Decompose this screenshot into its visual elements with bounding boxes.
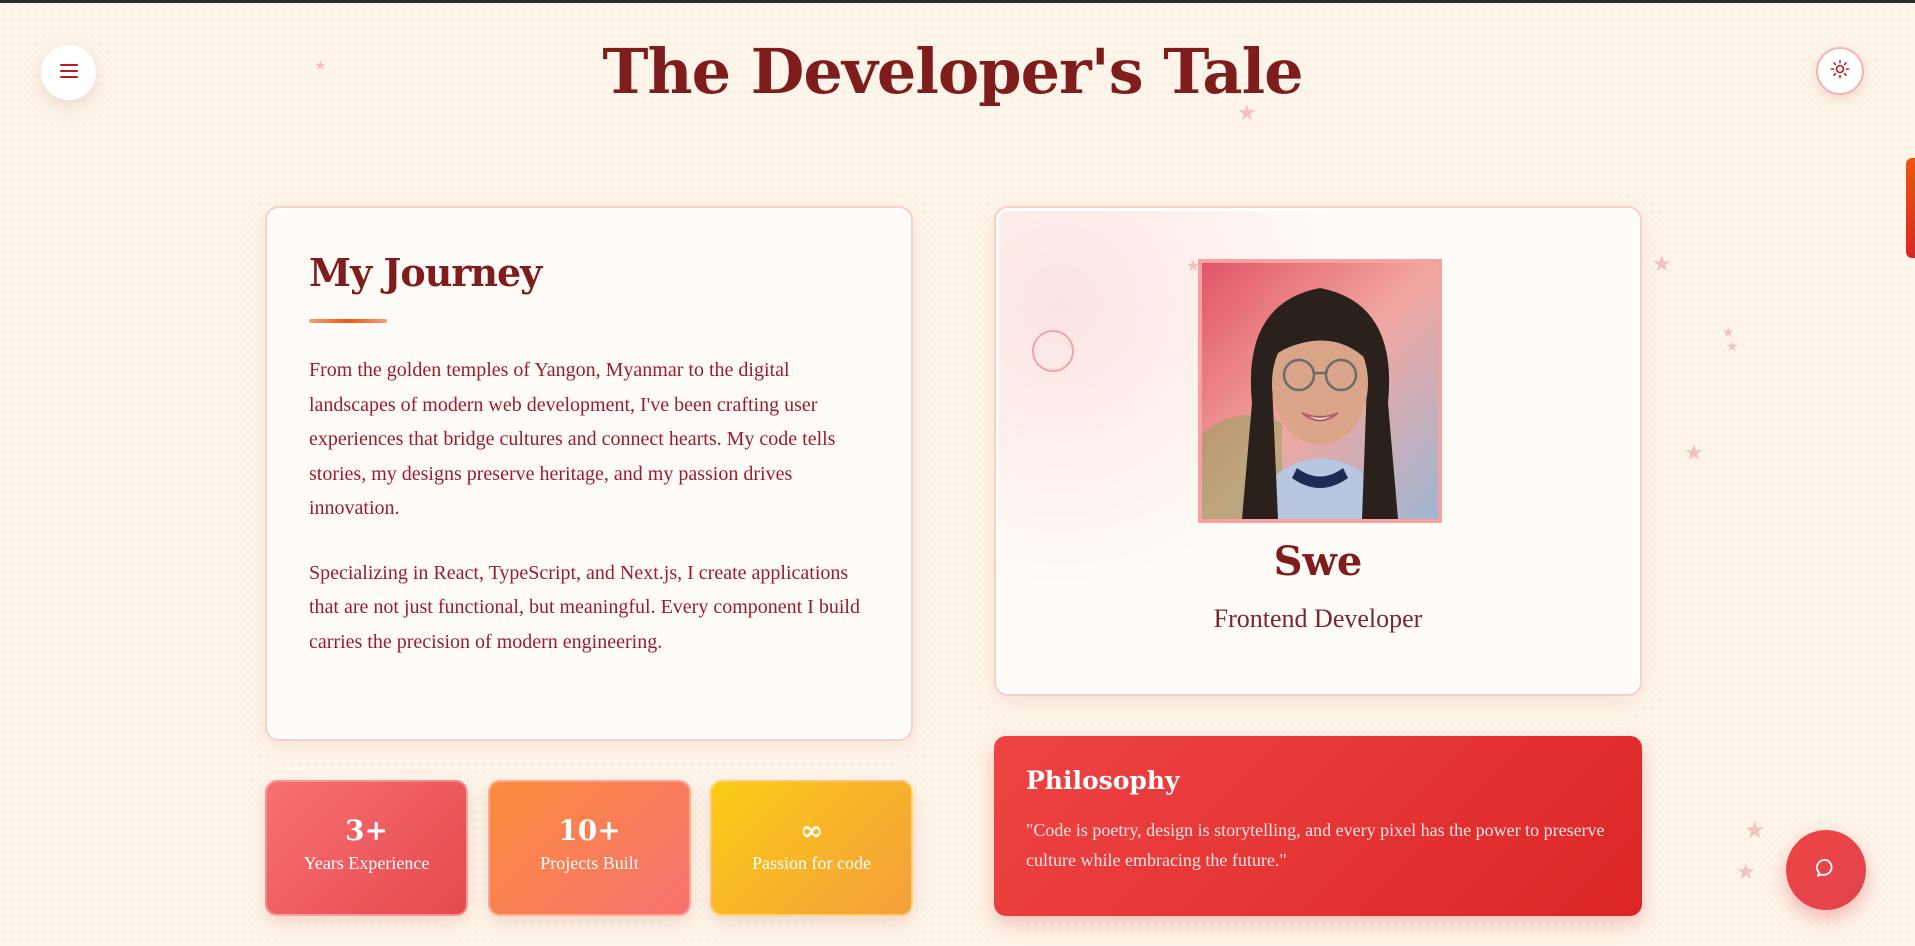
stat-label: Projects Built — [540, 853, 639, 873]
profile-role: Frontend Developer — [1213, 604, 1423, 633]
heading-divider — [309, 319, 387, 323]
decorative-star-icon: ★ — [1744, 816, 1766, 844]
stat-value: ∞ — [799, 814, 824, 847]
profile-card: ★ Swe Frontend Developer — [994, 206, 1642, 696]
decorative-star-icon: ★ — [1652, 252, 1672, 277]
journey-paragraph: Specializing in React, TypeScript, and N… — [309, 561, 860, 653]
chat-button[interactable] — [1786, 830, 1866, 910]
stat-label: Passion for code — [752, 853, 871, 873]
profile-name: Swe — [1273, 538, 1363, 585]
journey-heading: My Journey — [309, 250, 542, 295]
stat-card-experience: 3+ Years Experience — [265, 780, 468, 916]
decorative-circle — [1032, 330, 1074, 372]
philosophy-quote: "Code is poetry, design is storytelling,… — [1026, 820, 1605, 870]
journey-paragraph: From the golden temples of Yangon, Myanm… — [309, 359, 836, 519]
decorative-star-icon: ★ — [1684, 441, 1704, 466]
side-scroll-tab[interactable] — [1906, 158, 1915, 258]
theme-toggle-button[interactable] — [1816, 47, 1864, 95]
philosophy-card: Philosophy "Code is poetry, design is st… — [994, 736, 1642, 916]
decorative-star-icon: ★ — [1736, 860, 1756, 885]
decorative-star-icon: ★ — [1726, 339, 1739, 355]
page-title: The Developer's Tale — [602, 35, 1303, 108]
chat-bubble-icon — [1815, 857, 1837, 883]
stat-value: 3+ — [345, 814, 388, 847]
sun-icon — [1830, 59, 1850, 83]
stat-value: 10+ — [558, 814, 621, 847]
profile-photo — [1198, 259, 1442, 523]
stat-label: Years Experience — [303, 853, 430, 873]
stat-card-passion: ∞ Passion for code — [710, 780, 913, 916]
journey-card: My Journey From the golden temples of Ya… — [265, 206, 913, 741]
stat-card-projects: 10+ Projects Built — [488, 780, 691, 916]
philosophy-heading: Philosophy — [1026, 766, 1180, 795]
